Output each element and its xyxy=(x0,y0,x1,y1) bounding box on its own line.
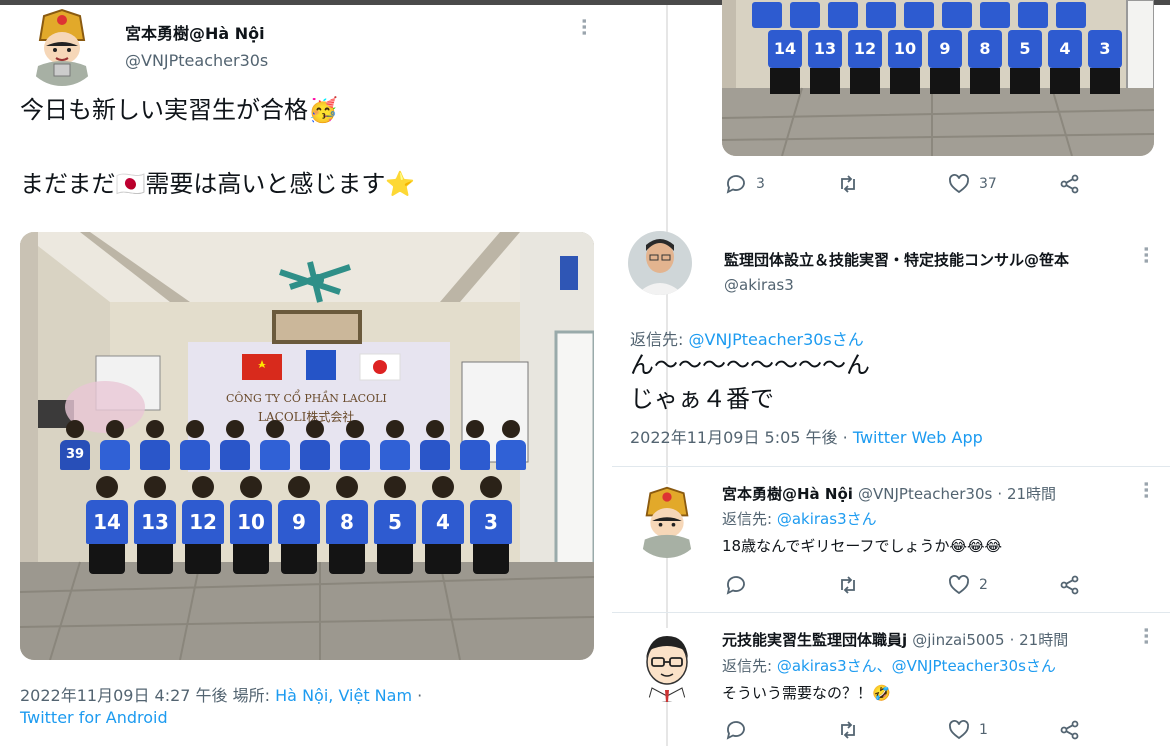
crop-jersey-3: 3 xyxy=(1088,30,1122,68)
reply-icon xyxy=(726,175,745,194)
reply-author-handle[interactable]: @akiras3 xyxy=(724,276,794,294)
tweet-text-line-1: 今日も新しい実習生が合格🥳 xyxy=(20,96,338,124)
reply-action[interactable] xyxy=(724,718,756,742)
retweet-action[interactable] xyxy=(836,718,868,742)
reply-text-line-2: じゃぁ４番で xyxy=(630,385,774,413)
reply2-time[interactable]: · 21時間 xyxy=(997,485,1056,503)
like-count: 2 xyxy=(979,577,988,593)
reply-action[interactable] xyxy=(724,573,756,597)
more-dots-icon[interactable]: ⋯ xyxy=(573,18,594,36)
author-avatar[interactable] xyxy=(22,6,102,86)
retweet-action[interactable] xyxy=(836,573,868,597)
reply-to-label: 返信先: xyxy=(722,510,773,528)
crop-jersey-5: 5 xyxy=(1008,30,1042,68)
like-count: 37 xyxy=(979,176,997,192)
reply-to-label: 返信先: xyxy=(722,657,773,675)
location-link[interactable]: Hà Nội, Việt Nam xyxy=(275,686,412,705)
reply-client-link[interactable]: Twitter Web App xyxy=(853,428,983,447)
jersey-9: 9 xyxy=(278,500,320,544)
crop-front-row: 14 13 12 10 9 8 5 4 3 xyxy=(768,30,1128,110)
reply-author-name[interactable]: 監理団体設立＆技能実習・特定技能コンサル@笹本 xyxy=(724,249,1069,270)
jersey-5: 5 xyxy=(374,500,416,544)
crop-jersey-10: 10 xyxy=(888,30,922,68)
banner-company-text: CÔNG TY CỔ PHẦN LACOLI xyxy=(226,392,387,405)
reply2-author-avatar[interactable] xyxy=(630,484,704,558)
client-link[interactable]: Twitter for Android xyxy=(20,708,168,727)
reply-action[interactable]: 3 xyxy=(724,172,765,196)
reply-meta-line: 2022年11月09日 5:05 午後 · Twitter Web App xyxy=(630,424,983,448)
reply3-text: そういう需要なの？！🤣 xyxy=(722,684,891,702)
retweet-icon xyxy=(841,576,855,594)
jersey-13: 13 xyxy=(134,500,176,544)
author-name[interactable]: 宮本勇樹@Hà Nội xyxy=(125,20,265,44)
jersey-3: 3 xyxy=(470,500,512,544)
more-dots-icon[interactable]: ⋯ xyxy=(1135,246,1156,264)
like-action[interactable]: 37 xyxy=(947,172,997,196)
share-icon xyxy=(1060,720,1079,740)
author-handle[interactable]: @VNJPteacher30s xyxy=(125,51,268,70)
reply2-author-handle[interactable]: @VNJPteacher30s xyxy=(858,485,992,503)
meta-separator: · xyxy=(417,686,423,705)
reply3-reply-to-line: 返信先: @akiras3さん、@VNJPteacher30sさん xyxy=(722,655,1056,676)
reply-icon xyxy=(726,721,745,740)
reply-author-avatar[interactable] xyxy=(628,231,692,295)
heart-icon xyxy=(949,174,969,194)
crop-jersey-13: 13 xyxy=(808,30,842,68)
reply-timestamp[interactable]: 2022年11月09日 5:05 午後 xyxy=(630,428,838,447)
retweet-action[interactable] xyxy=(836,172,868,196)
crop-jersey-9: 9 xyxy=(928,30,962,68)
reply2-text: 18歳なんでギリセーフでしょうか😂😂😂 xyxy=(722,537,1003,555)
more-dots-icon[interactable]: ⋯ xyxy=(1135,627,1156,645)
heart-icon xyxy=(949,575,969,595)
like-action[interactable]: 2 xyxy=(947,573,988,597)
reply3-time[interactable]: · 21時間 xyxy=(1010,631,1069,649)
share-icon xyxy=(1060,174,1079,194)
crop-jersey-14: 14 xyxy=(768,30,802,68)
share-action[interactable] xyxy=(1058,172,1082,196)
retweet-icon xyxy=(841,175,855,193)
crop-back-row xyxy=(752,2,1122,32)
like-action[interactable]: 1 xyxy=(947,718,988,742)
reply-count: 3 xyxy=(756,176,765,192)
reply2-header: 宮本勇樹@Hà Nội @VNJPteacher30s · 21時間 xyxy=(722,483,1056,504)
reply-to-user-link[interactable]: @akiras3さん、@VNJPteacher30sさん xyxy=(777,657,1056,675)
jersey-14: 14 xyxy=(86,500,128,544)
reply3-author-handle[interactable]: @jinzai5005 xyxy=(912,631,1004,649)
jersey-12: 12 xyxy=(182,500,224,544)
tweet-photo-crop[interactable]: 14 13 12 10 9 8 5 4 3 xyxy=(722,0,1154,156)
reply3-header: 元技能実習生監理団体職員j @jinzai5005 · 21時間 xyxy=(722,629,1068,650)
reply-to-label: 返信先: xyxy=(630,330,684,349)
reply3-author-name[interactable]: 元技能実習生監理団体職員j xyxy=(722,631,907,649)
reply2-reply-to-line: 返信先: @akiras3さん xyxy=(722,508,877,529)
share-action[interactable] xyxy=(1058,718,1082,742)
reply-text-line-1: ん〜〜〜〜〜〜〜〜ん xyxy=(630,351,870,379)
reply3-author-avatar[interactable] xyxy=(630,628,704,702)
heart-icon xyxy=(949,720,969,740)
share-action[interactable] xyxy=(1058,573,1082,597)
like-count: 1 xyxy=(979,722,988,738)
divider-2 xyxy=(612,612,1170,613)
reply-to-line: 返信先: @VNJPteacher30sさん xyxy=(630,326,864,350)
tweet-meta-line: 2022年11月09日 4:27 午後 場所: Hà Nội, Việt Nam… xyxy=(20,682,422,706)
meta-separator: · xyxy=(842,428,848,447)
retweet-icon xyxy=(841,721,855,739)
reply-to-user-link[interactable]: @VNJPteacher30sさん xyxy=(689,330,864,349)
tweet-photo[interactable]: CÔNG TY CỔ PHẦN LACOLI LACOLI株式会社 39 14 … xyxy=(20,232,594,660)
share-icon xyxy=(1060,575,1079,595)
reply-to-user-link[interactable]: @akiras3さん xyxy=(777,510,877,528)
jersey-8: 8 xyxy=(326,500,368,544)
reply-icon xyxy=(726,576,745,595)
crop-jersey-4: 4 xyxy=(1048,30,1082,68)
jersey-10: 10 xyxy=(230,500,272,544)
crop-jersey-8: 8 xyxy=(968,30,1002,68)
tweet-text-line-2: まだまだ🇯🇵需要は高いと感じます⭐ xyxy=(20,170,416,198)
reply2-author-name[interactable]: 宮本勇樹@Hà Nội xyxy=(722,485,853,503)
group-front-row: 14 13 12 10 9 8 5 4 3 xyxy=(86,476,526,586)
crop-jersey-12: 12 xyxy=(848,30,882,68)
tweet-timestamp[interactable]: 2022年11月09日 4:27 午後 xyxy=(20,686,228,705)
more-dots-icon[interactable]: ⋯ xyxy=(1135,481,1156,499)
divider-1 xyxy=(612,466,1170,467)
jersey-4: 4 xyxy=(422,500,464,544)
location-label: 場所: xyxy=(232,686,271,705)
